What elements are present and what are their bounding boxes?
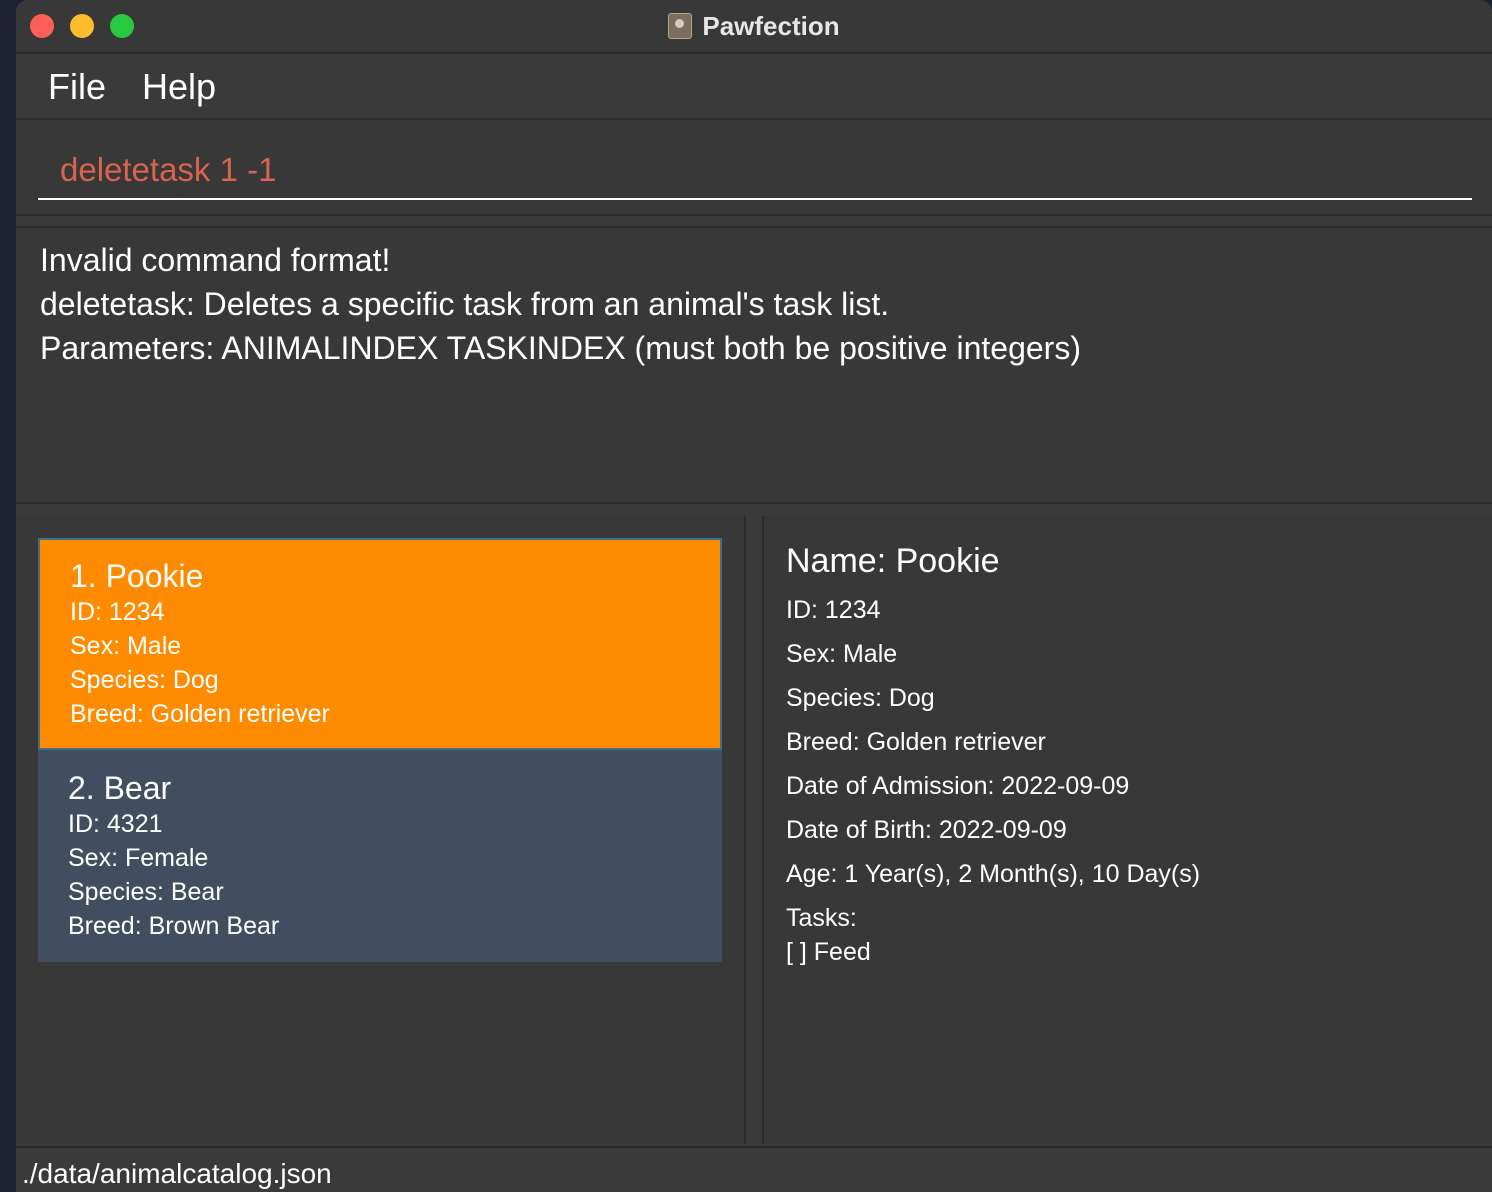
detail-breed: Breed: Golden retriever [786, 728, 1046, 756]
detail-name: Name: Pookie [786, 542, 1000, 580]
animal-card-sex: Sex: Female [68, 844, 209, 872]
detail-admission-date: Date of Admission: 2022-09-09 [786, 772, 1130, 800]
animal-card-sex: Sex: Male [70, 632, 182, 660]
result-line: Parameters: ANIMALINDEX TASKINDEX (must … [40, 330, 1081, 366]
result-display: Invalid command format! deletetask: Dele… [16, 226, 1492, 504]
detail-sex: Sex: Male [786, 640, 898, 668]
detail-species: Species: Dog [786, 684, 935, 712]
command-box [16, 120, 1492, 216]
app-icon [668, 13, 693, 39]
result-line: deletetask: Deletes a specific task from… [40, 286, 890, 322]
window-title: Pawfection [16, 0, 1492, 52]
status-bar: ./data/animalcatalog.json [16, 1146, 1492, 1192]
result-line: Invalid command format! [40, 242, 391, 278]
menu-help[interactable]: Help [142, 66, 216, 108]
command-input[interactable] [38, 142, 1472, 200]
animal-card-title: 1. Pookie [70, 558, 204, 594]
background-terminal [0, 0, 16, 1192]
detail-age: Age: 1 Year(s), 2 Month(s), 10 Day(s) [786, 860, 1201, 888]
animal-card-title: 2. Bear [68, 770, 172, 806]
detail-birth-date: Date of Birth: 2022-09-09 [786, 816, 1067, 844]
detail-task-item: [ ] Feed [786, 938, 871, 966]
detail-tasks-label: Tasks: [786, 904, 857, 932]
animal-card-bear[interactable]: 2. Bear ID: 4321 Sex: Female Species: Be… [38, 750, 722, 962]
app-window: Pawfection File Help Invalid command for… [16, 0, 1492, 1192]
animal-card-breed: Breed: Brown Bear [68, 912, 280, 940]
animal-detail-panel: Name: Pookie ID: 1234 Sex: Male Species:… [762, 516, 1492, 1144]
window-title-text: Pawfection [702, 10, 840, 41]
animal-card-pookie[interactable]: 1. Pookie ID: 1234 Sex: Male Species: Do… [38, 538, 722, 750]
animal-card-species: Species: Bear [68, 878, 224, 906]
animal-card-species: Species: Dog [70, 666, 219, 694]
animal-card-breed: Breed: Golden retriever [70, 700, 330, 728]
status-file-path: ./data/animalcatalog.json [22, 1158, 332, 1189]
detail-id: ID: 1234 [786, 596, 881, 624]
animal-card-id: ID: 1234 [70, 598, 165, 626]
animal-card-id: ID: 4321 [68, 810, 163, 838]
title-bar: Pawfection [16, 0, 1492, 54]
menu-file[interactable]: File [48, 66, 106, 108]
menu-bar: File Help [16, 54, 1492, 120]
animal-list-panel: 1. Pookie ID: 1234 Sex: Male Species: Do… [16, 516, 746, 1144]
